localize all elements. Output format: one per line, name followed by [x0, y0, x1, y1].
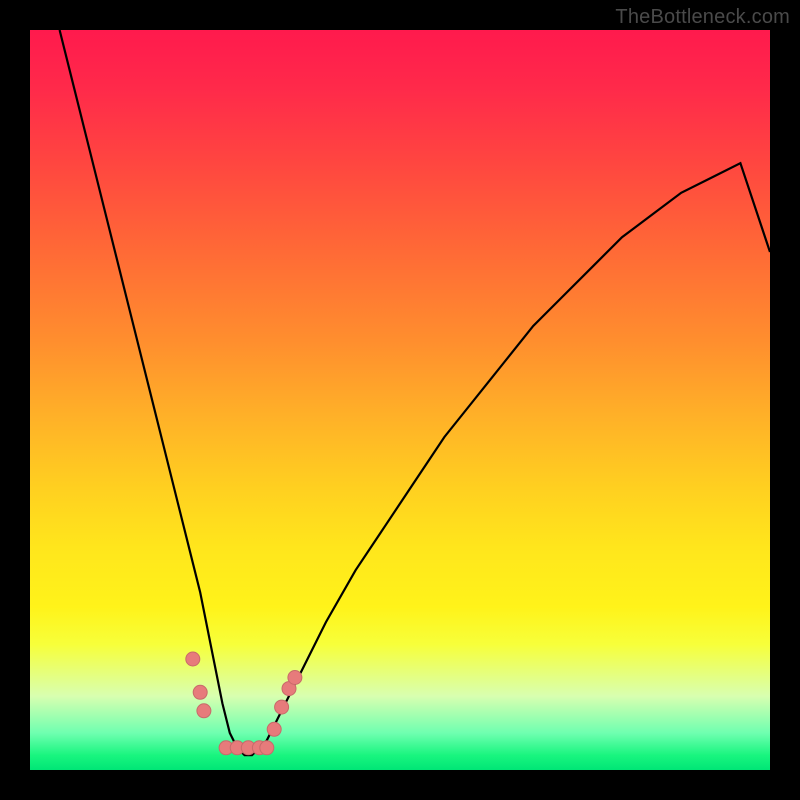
- curve-marker: [267, 722, 281, 736]
- curve-marker: [186, 652, 200, 666]
- chart-frame: TheBottleneck.com: [0, 0, 800, 800]
- curve-marker: [275, 700, 289, 714]
- curve-layer: [30, 30, 770, 770]
- curve-marker: [288, 671, 302, 685]
- curve-marker: [193, 685, 207, 699]
- bottleneck-curve: [60, 30, 770, 755]
- watermark-text: TheBottleneck.com: [615, 6, 790, 29]
- plot-area: [30, 30, 770, 770]
- curve-marker: [260, 741, 274, 755]
- curve-marker: [197, 704, 211, 718]
- curve-markers: [186, 652, 302, 755]
